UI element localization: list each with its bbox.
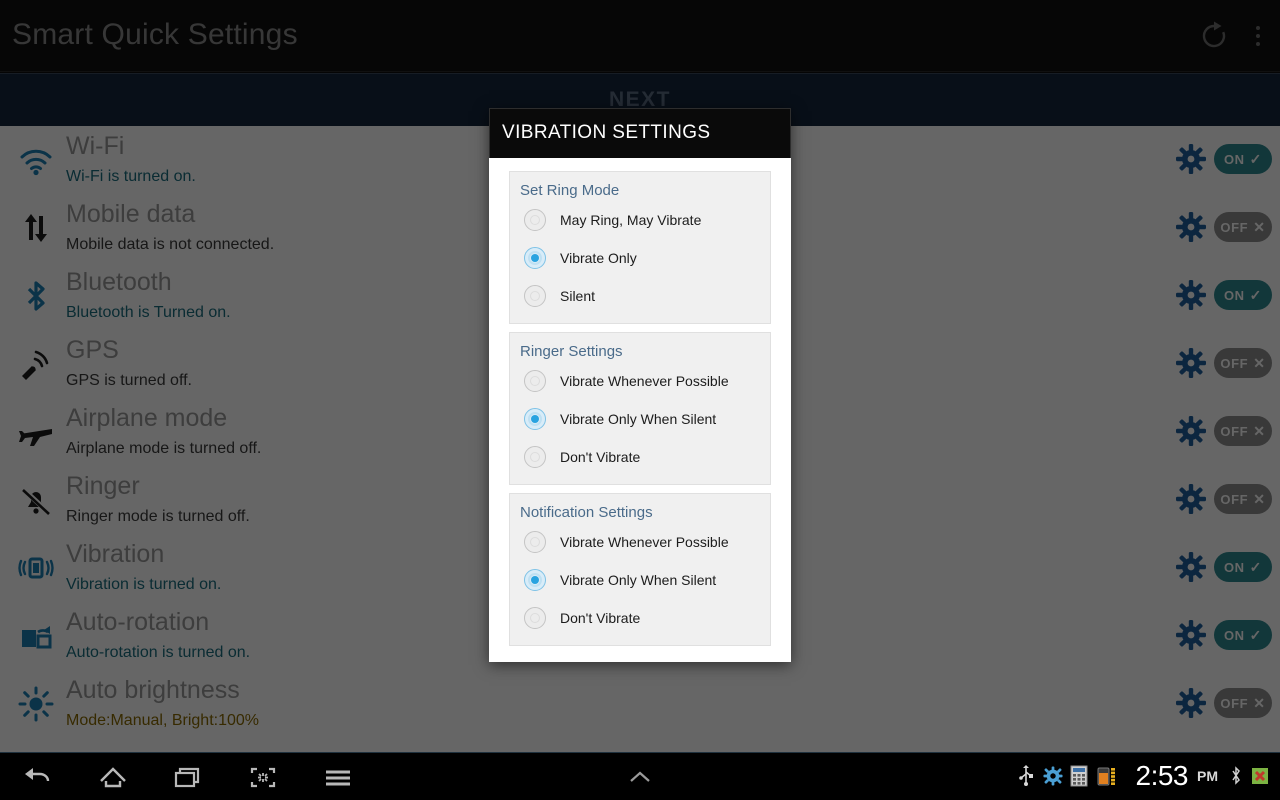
radio-unselected-icon[interactable] [524,285,546,307]
radio-unselected-icon[interactable] [524,209,546,231]
radio-option[interactable]: Don't Vibrate [510,438,770,476]
radio-option-label: Vibrate Only When Silent [560,572,716,588]
radio-option-label: May Ring, May Vibrate [560,212,701,228]
group-title: Ringer Settings [510,339,770,362]
radio-selected-icon[interactable] [524,247,546,269]
chevron-up-icon[interactable] [620,761,660,793]
radio-option[interactable]: Vibrate Whenever Possible [510,362,770,400]
radio-option[interactable]: May Ring, May Vibrate [510,201,770,239]
settings-group: Ringer Settings Vibrate Whenever Possible… [509,332,771,485]
menu-icon[interactable] [318,761,358,793]
battery-icon [1097,765,1123,787]
dialog-body: Set Ring Mode May Ring, May Vibrate Vibrat… [489,158,791,662]
calculator-icon [1070,765,1090,787]
sync-error-icon [1250,765,1270,787]
settings-group: Notification Settings Vibrate Whenever Po… [509,493,771,646]
radio-option[interactable]: Vibrate Whenever Possible [510,523,770,561]
radio-option-label: Vibrate Whenever Possible [560,534,729,550]
radio-option[interactable]: Vibrate Only When Silent [510,400,770,438]
screenshot-icon[interactable] [243,761,283,793]
radio-option[interactable]: Vibrate Only When Silent [510,561,770,599]
radio-option-label: Don't Vibrate [560,610,640,626]
radio-option[interactable]: Vibrate Only [510,239,770,277]
radio-unselected-icon[interactable] [524,370,546,392]
dialog-title: VIBRATION SETTINGS [502,122,710,144]
radio-unselected-icon[interactable] [524,446,546,468]
radio-selected-icon[interactable] [524,408,546,430]
bluetooth-status-icon [1229,765,1243,787]
radio-selected-icon[interactable] [524,569,546,591]
home-icon[interactable] [93,761,133,793]
radio-option[interactable]: Don't Vibrate [510,599,770,637]
radio-option-label: Vibrate Whenever Possible [560,373,729,389]
recents-icon[interactable] [168,761,208,793]
status-clock-ampm: PM [1197,768,1218,784]
radio-option[interactable]: Silent [510,277,770,315]
status-tray: 2:53 PM [1016,752,1277,800]
status-clock: 2:53 [1136,760,1189,792]
settings-gear-icon [1043,765,1063,787]
radio-unselected-icon[interactable] [524,607,546,629]
dialog-title-bar: VIBRATION SETTINGS [489,108,791,158]
vibration-settings-dialog: VIBRATION SETTINGS Set Ring Mode May Ring… [489,108,791,662]
radio-unselected-icon[interactable] [524,531,546,553]
android-screen: Smart Quick Settings NEXT Wi-FiWi-Fi is … [0,0,1280,800]
settings-group: Set Ring Mode May Ring, May Vibrate Vibrat… [509,171,771,324]
radio-option-label: Vibrate Only When Silent [560,411,716,427]
radio-option-label: Vibrate Only [560,250,637,266]
back-icon[interactable] [18,761,58,793]
usb-icon [1016,765,1036,787]
radio-option-label: Don't Vibrate [560,449,640,465]
radio-option-label: Silent [560,288,595,304]
group-title: Set Ring Mode [510,178,770,201]
group-title: Notification Settings [510,500,770,523]
